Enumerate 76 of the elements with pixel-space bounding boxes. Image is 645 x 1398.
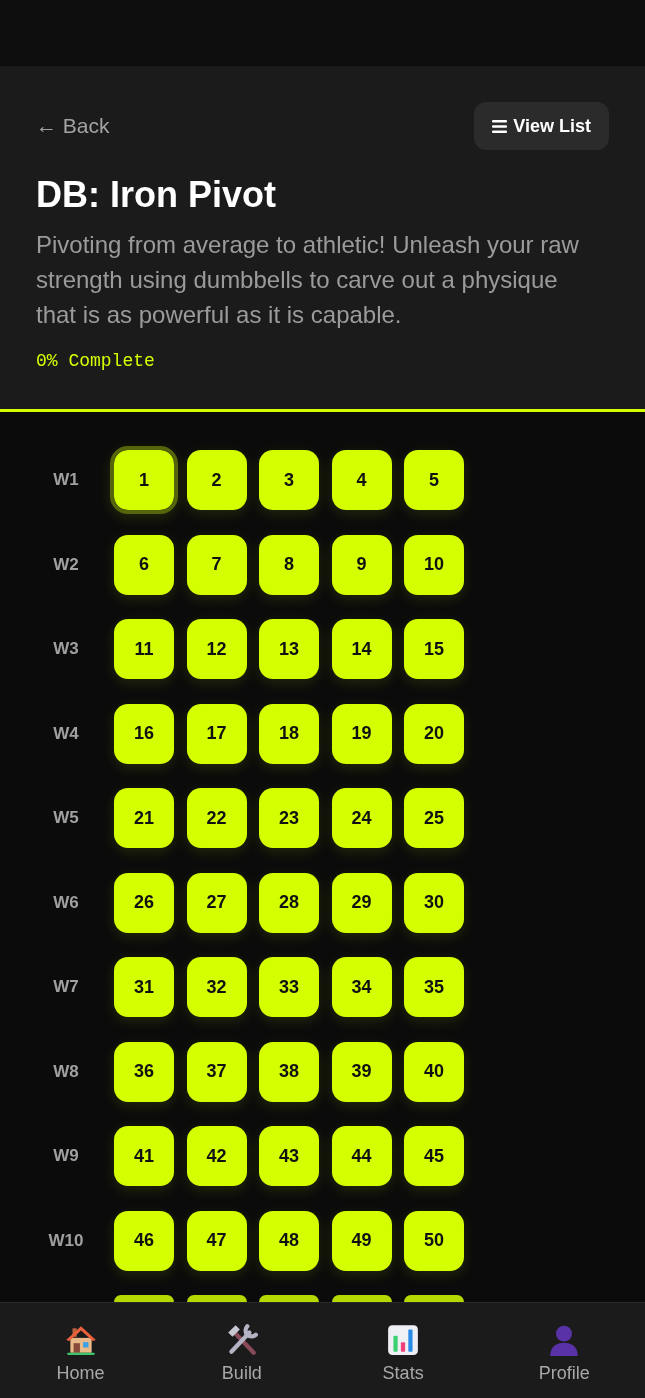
day-tile[interactable]: 33 xyxy=(259,957,319,1017)
week-label: W4 xyxy=(52,722,80,745)
day-tile[interactable]: 21 xyxy=(114,788,174,848)
day-tile[interactable]: 41 xyxy=(114,1126,174,1186)
day-tile[interactable]: 34 xyxy=(331,957,392,1017)
day-tile[interactable]: 31 xyxy=(114,957,174,1017)
week-label: W5 xyxy=(52,807,80,830)
program-description: Pivoting from average to athletic! Unleash your raw strength using dumbbells to carve out a physique that is as powerful as it is capable. xyxy=(36,230,580,330)
week-label: W10 xyxy=(47,1229,85,1252)
day-tile[interactable]: 25 xyxy=(404,788,464,848)
day-tile[interactable]: 11 xyxy=(114,619,174,679)
day-tile[interactable]: 6 xyxy=(114,534,174,595)
day-tile[interactable]: 45 xyxy=(404,1126,464,1186)
week-label: W7 xyxy=(52,976,80,999)
day-tile[interactable]: 12 xyxy=(186,619,247,679)
day-tile[interactable]: 22 xyxy=(186,788,247,848)
program-title: DB: Iron Pivot xyxy=(36,174,277,215)
day-tile[interactable]: 43 xyxy=(259,1126,319,1186)
week-label: W2 xyxy=(52,553,80,576)
day-tile[interactable]: 37 xyxy=(186,1041,247,1102)
day-tile[interactable]: 5 xyxy=(404,450,464,510)
day-tile[interactable]: 49 xyxy=(331,1210,392,1271)
day-tile[interactable]: 47 xyxy=(186,1210,247,1271)
menu-icon xyxy=(492,119,508,133)
day-tile[interactable]: 30 xyxy=(404,872,464,933)
day-tile[interactable]: 26 xyxy=(114,872,174,933)
day-tile[interactable]: 7 xyxy=(186,534,247,595)
day-tile[interactable]: 19 xyxy=(331,703,392,764)
day-tile[interactable]: 39 xyxy=(331,1041,392,1102)
day-tile[interactable]: 40 xyxy=(404,1041,464,1102)
view-list-button[interactable]: View List xyxy=(474,102,609,150)
day-tile[interactable]: 35 xyxy=(404,957,464,1017)
week-label: W1 xyxy=(52,469,80,492)
day-tile-partial[interactable] xyxy=(404,1295,464,1302)
progress-text: 0% Complete xyxy=(36,350,155,373)
day-tile[interactable]: 32 xyxy=(186,957,247,1017)
day-tile[interactable]: 2 xyxy=(186,450,247,510)
day-tile-partial[interactable] xyxy=(186,1295,247,1302)
day-tile[interactable]: 29 xyxy=(331,872,392,933)
day-tile[interactable]: 50 xyxy=(404,1210,464,1271)
day-tile[interactable]: 38 xyxy=(259,1041,319,1102)
day-tile[interactable]: 8 xyxy=(259,534,319,595)
day-tile[interactable]: 36 xyxy=(114,1041,174,1102)
day-tile[interactable]: 46 xyxy=(114,1210,174,1271)
day-tile[interactable]: 27 xyxy=(186,872,247,933)
week-label: W6 xyxy=(52,891,80,914)
day-tile[interactable]: 10 xyxy=(404,534,464,595)
day-tile[interactable]: 15 xyxy=(404,619,464,679)
day-tile-partial[interactable] xyxy=(114,1295,174,1302)
nav-tab[interactable]: Profile xyxy=(483,1303,645,1398)
nav-tab[interactable]: Home xyxy=(0,1303,162,1398)
bar-chart-icon xyxy=(386,1323,421,1357)
week-label: W3 xyxy=(52,638,80,661)
day-tile[interactable]: 17 xyxy=(186,703,247,764)
day-tile[interactable]: 23 xyxy=(259,788,319,848)
day-tile-partial[interactable] xyxy=(259,1295,319,1302)
back-link[interactable]: ← Back xyxy=(36,113,110,139)
day-tile-partial[interactable] xyxy=(331,1295,392,1302)
day-tile[interactable]: 44 xyxy=(331,1126,392,1186)
day-tile[interactable]: 18 xyxy=(259,703,319,764)
nav-tab[interactable]: Build xyxy=(161,1303,323,1398)
day-tile[interactable]: 48 xyxy=(259,1210,319,1271)
nav-tab[interactable]: Stats xyxy=(322,1303,484,1398)
day-tile[interactable]: 14 xyxy=(331,619,392,679)
day-tile[interactable]: 13 xyxy=(259,619,319,679)
day-tile[interactable]: 28 xyxy=(259,872,319,933)
week-label: W8 xyxy=(52,1060,80,1083)
day-tile[interactable]: 9 xyxy=(331,534,392,595)
day-tile[interactable]: 16 xyxy=(114,703,174,764)
day-tile[interactable]: 42 xyxy=(186,1126,247,1186)
day-tile[interactable]: 1 xyxy=(110,446,178,514)
day-tile[interactable]: 20 xyxy=(404,703,464,764)
day-tile[interactable]: 3 xyxy=(259,450,319,510)
day-tile[interactable]: 24 xyxy=(331,788,392,848)
day-tile[interactable]: 4 xyxy=(331,450,392,510)
week-label: W9 xyxy=(52,1145,80,1168)
